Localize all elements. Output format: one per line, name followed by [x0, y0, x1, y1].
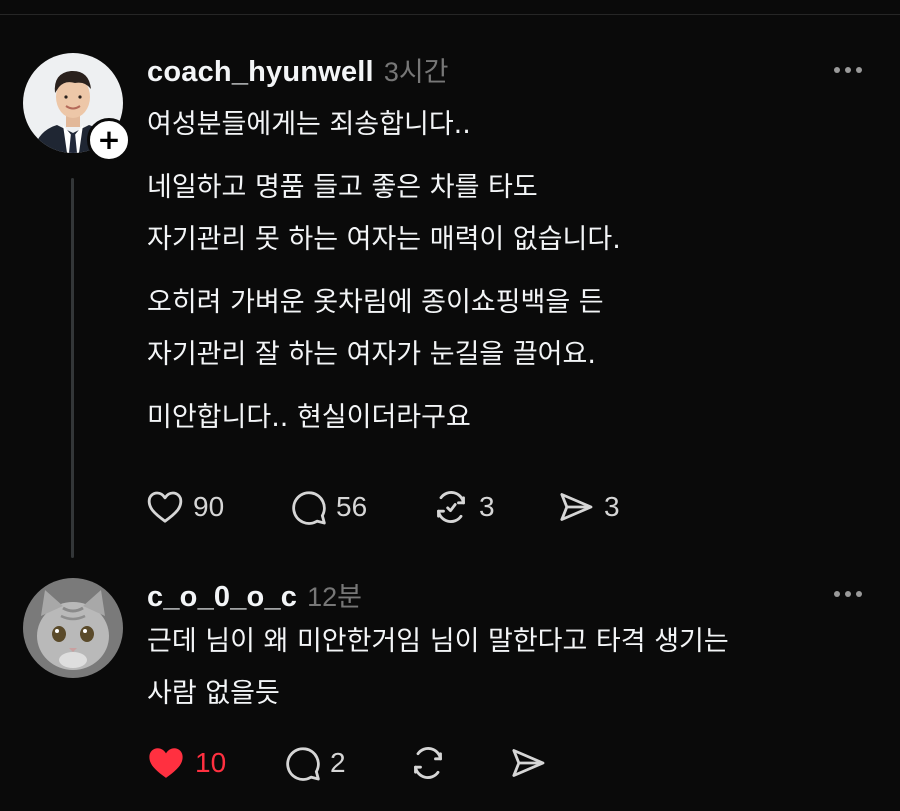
like-button[interactable]: 10	[145, 742, 282, 784]
comment-button[interactable]: 2	[282, 743, 408, 783]
post-header: c_o_0_o_c 12분	[147, 575, 362, 614]
thread-connector-line	[71, 178, 74, 558]
paragraph: 미안합니다.. 현실이더라구요	[147, 392, 621, 444]
text-line: 오히려 가벼운 옷차림에 종이쇼핑백을 든	[147, 287, 604, 318]
reply-c-o-0-o-c: c_o_0_o_c 12분 근데 님이 왜 미안한거임 님이 말한다고 타격 생…	[0, 560, 900, 811]
text-line: 네일하고 명품 들고 좋은 차를 타도	[147, 172, 538, 203]
repost-button[interactable]	[408, 743, 508, 783]
repost-icon	[414, 747, 442, 779]
post-coach-hyunwell: + coach_hyunwell 3시간 여성분들에게는 죄송합니다.. 네일하…	[0, 0, 900, 560]
like-count: 90	[193, 491, 225, 522]
heart-icon	[147, 491, 183, 523]
send-icon	[512, 749, 545, 777]
share-count: 3	[604, 491, 620, 522]
text-line: 미안합니다.. 현실이더라구요	[147, 402, 471, 433]
paragraph: 근데 님이 왜 미안한거임 님이 말한다고 타격 생기는 사람 없을듯	[147, 616, 729, 720]
text-line: 근데 님이 왜 미안한거임 님이 말한다고 타격 생기는	[147, 626, 729, 657]
like-button[interactable]: 90	[145, 487, 288, 527]
share-button[interactable]: 3	[556, 487, 620, 527]
text-line: 사람 없을듯	[147, 678, 280, 709]
text-line: 자기관리 잘 하는 여자가 눈길을 끌어요.	[147, 339, 596, 370]
comment-bubble-icon	[292, 491, 326, 525]
paragraph: 네일하고 명품 들고 좋은 차를 타도 자기관리 못 하는 여자는 매력이 없습…	[147, 162, 621, 266]
more-options-icon[interactable]	[834, 67, 862, 73]
comment-bubble-icon	[286, 747, 320, 781]
paragraph: 오히려 가벼운 옷차림에 종이쇼핑백을 든 자기관리 잘 하는 여자가 눈길을 …	[147, 277, 621, 381]
repost-count: 3	[479, 491, 495, 522]
post-body: 여성분들에게는 죄송합니다.. 네일하고 명품 들고 좋은 차를 타도 자기관리…	[147, 99, 621, 444]
repost-button[interactable]: 3	[431, 487, 556, 527]
like-count: 10	[195, 747, 227, 778]
send-icon	[560, 493, 593, 521]
comment-count: 2	[330, 747, 346, 778]
avatar[interactable]	[23, 578, 123, 678]
comment-button[interactable]: 56	[288, 487, 431, 527]
post-body: 근데 님이 왜 미안한거임 님이 말한다고 타격 생기는 사람 없을듯	[147, 616, 729, 720]
timestamp: 12분	[307, 582, 363, 612]
text-line: 자기관리 못 하는 여자는 매력이 없습니다.	[147, 224, 621, 255]
action-bar: 10 2	[145, 741, 556, 785]
post-header: coach_hyunwell 3시간	[147, 50, 449, 89]
repost-icon	[437, 491, 465, 523]
action-bar: 90 56 3 3	[145, 485, 620, 529]
follow-plus-button[interactable]: +	[87, 118, 131, 162]
username[interactable]: coach_hyunwell	[147, 56, 374, 89]
share-button[interactable]	[508, 743, 556, 783]
username[interactable]: c_o_0_o_c	[147, 581, 297, 614]
timestamp: 3시간	[383, 57, 449, 87]
heart-filled-icon	[149, 748, 183, 778]
text-line: 여성분들에게는 죄송합니다..	[147, 109, 471, 140]
paragraph: 여성분들에게는 죄송합니다..	[147, 99, 621, 151]
comment-count: 56	[336, 491, 368, 522]
more-options-icon[interactable]	[834, 591, 862, 597]
